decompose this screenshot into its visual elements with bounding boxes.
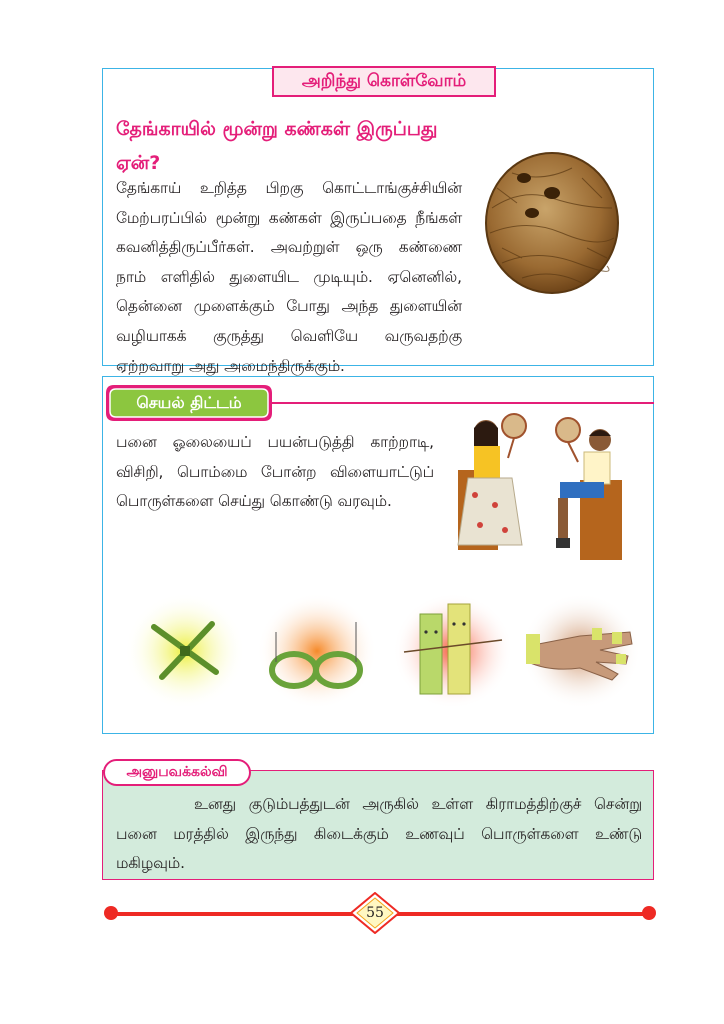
footer-right-dot bbox=[642, 906, 656, 920]
question-heading: தேங்காயில் மூன்று கண்கள் இருப்பது ஏன்? bbox=[116, 118, 438, 174]
palm-leaf-finger-rings-image bbox=[521, 593, 641, 709]
children-with-fans-illustration bbox=[457, 413, 622, 560]
page-number: 55 bbox=[366, 905, 384, 921]
coconut-illustration bbox=[485, 152, 619, 294]
experience-title: அனுபவக்கல்வி bbox=[103, 759, 251, 786]
activity-paragraph: பனை ஓலையைப் பயன்படுத்தி காற்றாடி, விசிறி… bbox=[116, 433, 434, 511]
palm-leaf-pinwheel-image bbox=[125, 593, 245, 709]
experience-paragraph: உனது குடும்பத்துடன் அருகில் உள்ள கிராமத்… bbox=[116, 795, 642, 873]
activity-divider bbox=[270, 402, 654, 404]
palm-leaf-rings-image bbox=[257, 593, 377, 709]
know-box-title: அறிந்து கொள்வோம் bbox=[272, 66, 496, 97]
footer-left-dot bbox=[104, 906, 118, 920]
palm-leaf-dolls-image bbox=[393, 593, 513, 709]
activity-title: செயல் திட்டம் bbox=[136, 393, 242, 412]
coconut-paragraph: தேங்காய் உறித்த பிறகு கொட்டாங்குச்சியின்… bbox=[116, 179, 462, 375]
